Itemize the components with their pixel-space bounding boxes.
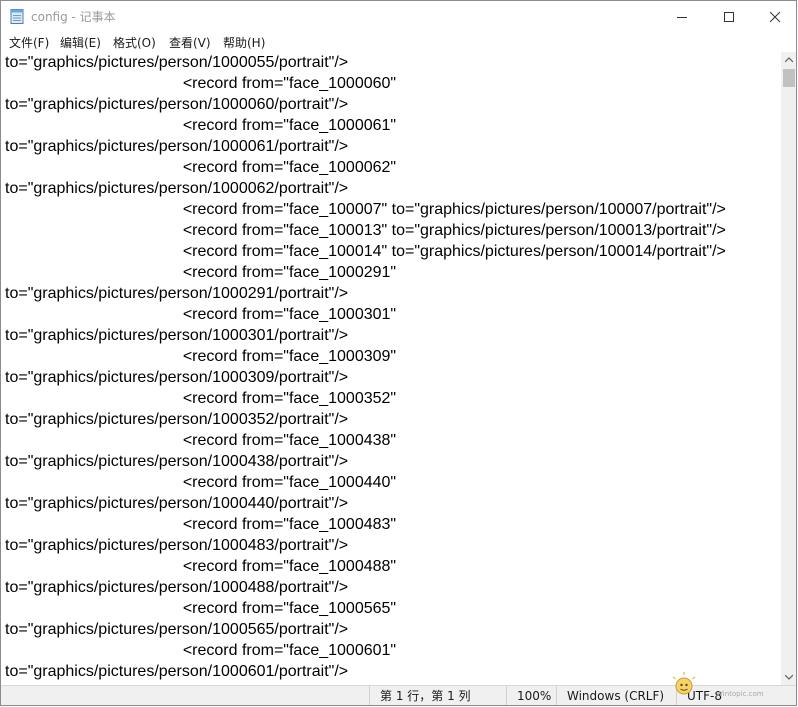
scroll-down-button[interactable] <box>781 669 796 685</box>
editor-line: to="graphics/pictures/person/1000301/por… <box>5 327 349 344</box>
editor-line: to="graphics/pictures/person/1000601/por… <box>5 663 349 680</box>
menu-help[interactable]: 帮助(H) <box>223 34 265 51</box>
menu-edit[interactable]: 编辑(E) <box>60 34 101 51</box>
scroll-up-button[interactable] <box>781 52 796 68</box>
notepad-icon <box>10 9 24 24</box>
editor-line: to="graphics/pictures/person/1000352/por… <box>5 411 349 428</box>
vertical-scrollbar[interactable] <box>781 52 796 685</box>
editor-line: to="graphics/pictures/person/1000440/por… <box>5 495 349 512</box>
editor-line: <record from="face_1000601" <box>5 642 397 659</box>
line-ending: Windows (CRLF) <box>556 686 676 705</box>
zoom-level: 100% <box>506 686 556 705</box>
arrow-down-icon <box>785 674 793 680</box>
editor-line: to="graphics/pictures/person/1000438/por… <box>5 453 349 470</box>
editor-line: to="graphics/pictures/person/1000062/por… <box>5 180 349 197</box>
editor-line: <record from="face_100014" to="graphics/… <box>5 243 726 260</box>
minimize-button[interactable] <box>659 1 705 32</box>
editor-line: <record from="face_1000352" <box>5 390 397 407</box>
close-icon <box>769 11 781 22</box>
minimize-icon <box>677 16 687 18</box>
arrow-up-icon <box>785 57 793 63</box>
editor-line: <record from="face_1000565" <box>5 600 397 617</box>
maximize-button[interactable] <box>706 1 752 32</box>
editor-line: <record from="face_1000483" <box>5 516 397 533</box>
menu-view[interactable]: 查看(V) <box>169 34 211 51</box>
editor-line: <record from="face_1000309" <box>5 348 397 365</box>
editor-line: to="graphics/pictures/person/1000483/por… <box>5 537 349 554</box>
editor-line: <record from="face_1000291" <box>5 264 397 281</box>
editor-line: to="graphics/pictures/person/1000309/por… <box>5 369 349 386</box>
menu-bar: 文件(F) 编辑(E) 格式(O) 查看(V) 帮助(H) <box>1 32 796 52</box>
editor-line: <record from="face_100007" to="graphics/… <box>5 201 726 218</box>
scrollbar-thumb[interactable] <box>783 69 795 87</box>
editor-line: to="graphics/pictures/person/1000291/por… <box>5 285 349 302</box>
editor-line: to="graphics/pictures/person/1000061/por… <box>5 138 349 155</box>
notepad-window: config - 记事本 文件(F) 编辑(E) 格式(O) 查看(V) 帮助(… <box>0 0 797 706</box>
editor-line: <record from="face_1000301" <box>5 306 397 323</box>
editor-line: <record from="face_100013" to="graphics/… <box>5 222 726 239</box>
editor-line: <record from="face_1000061" <box>5 117 397 134</box>
maximize-icon <box>724 11 734 22</box>
editor-line: to="graphics/pictures/person/1000488/por… <box>5 579 349 596</box>
watermark-logo-icon <box>672 672 696 695</box>
editor-line: to="graphics/pictures/person/1000565/por… <box>5 621 349 638</box>
window-title: config - 记事本 <box>31 10 116 24</box>
menu-file[interactable]: 文件(F) <box>9 34 49 51</box>
editor-line: <record from="face_1000438" <box>5 432 397 449</box>
editor-line: <record from="face_1000060" <box>5 75 397 92</box>
text-editor[interactable]: to="graphics/pictures/person/1000055/por… <box>1 52 781 685</box>
editor-content[interactable]: to="graphics/pictures/person/1000055/por… <box>1 52 781 682</box>
title-bar[interactable]: config - 记事本 <box>1 1 796 32</box>
menu-format[interactable]: 格式(O) <box>113 34 156 51</box>
editor-line: <record from="face_1000440" <box>5 474 397 491</box>
editor-line: <record from="face_1000062" <box>5 159 397 176</box>
watermark-text: Wintopic.com <box>716 690 764 698</box>
editor-line: to="graphics/pictures/person/1000055/por… <box>5 54 349 71</box>
cursor-position: 第 1 行，第 1 列 <box>369 686 506 705</box>
close-button[interactable] <box>752 1 796 32</box>
editor-line: <record from="face_1000488" <box>5 558 397 575</box>
editor-line: to="graphics/pictures/person/1000060/por… <box>5 96 349 113</box>
